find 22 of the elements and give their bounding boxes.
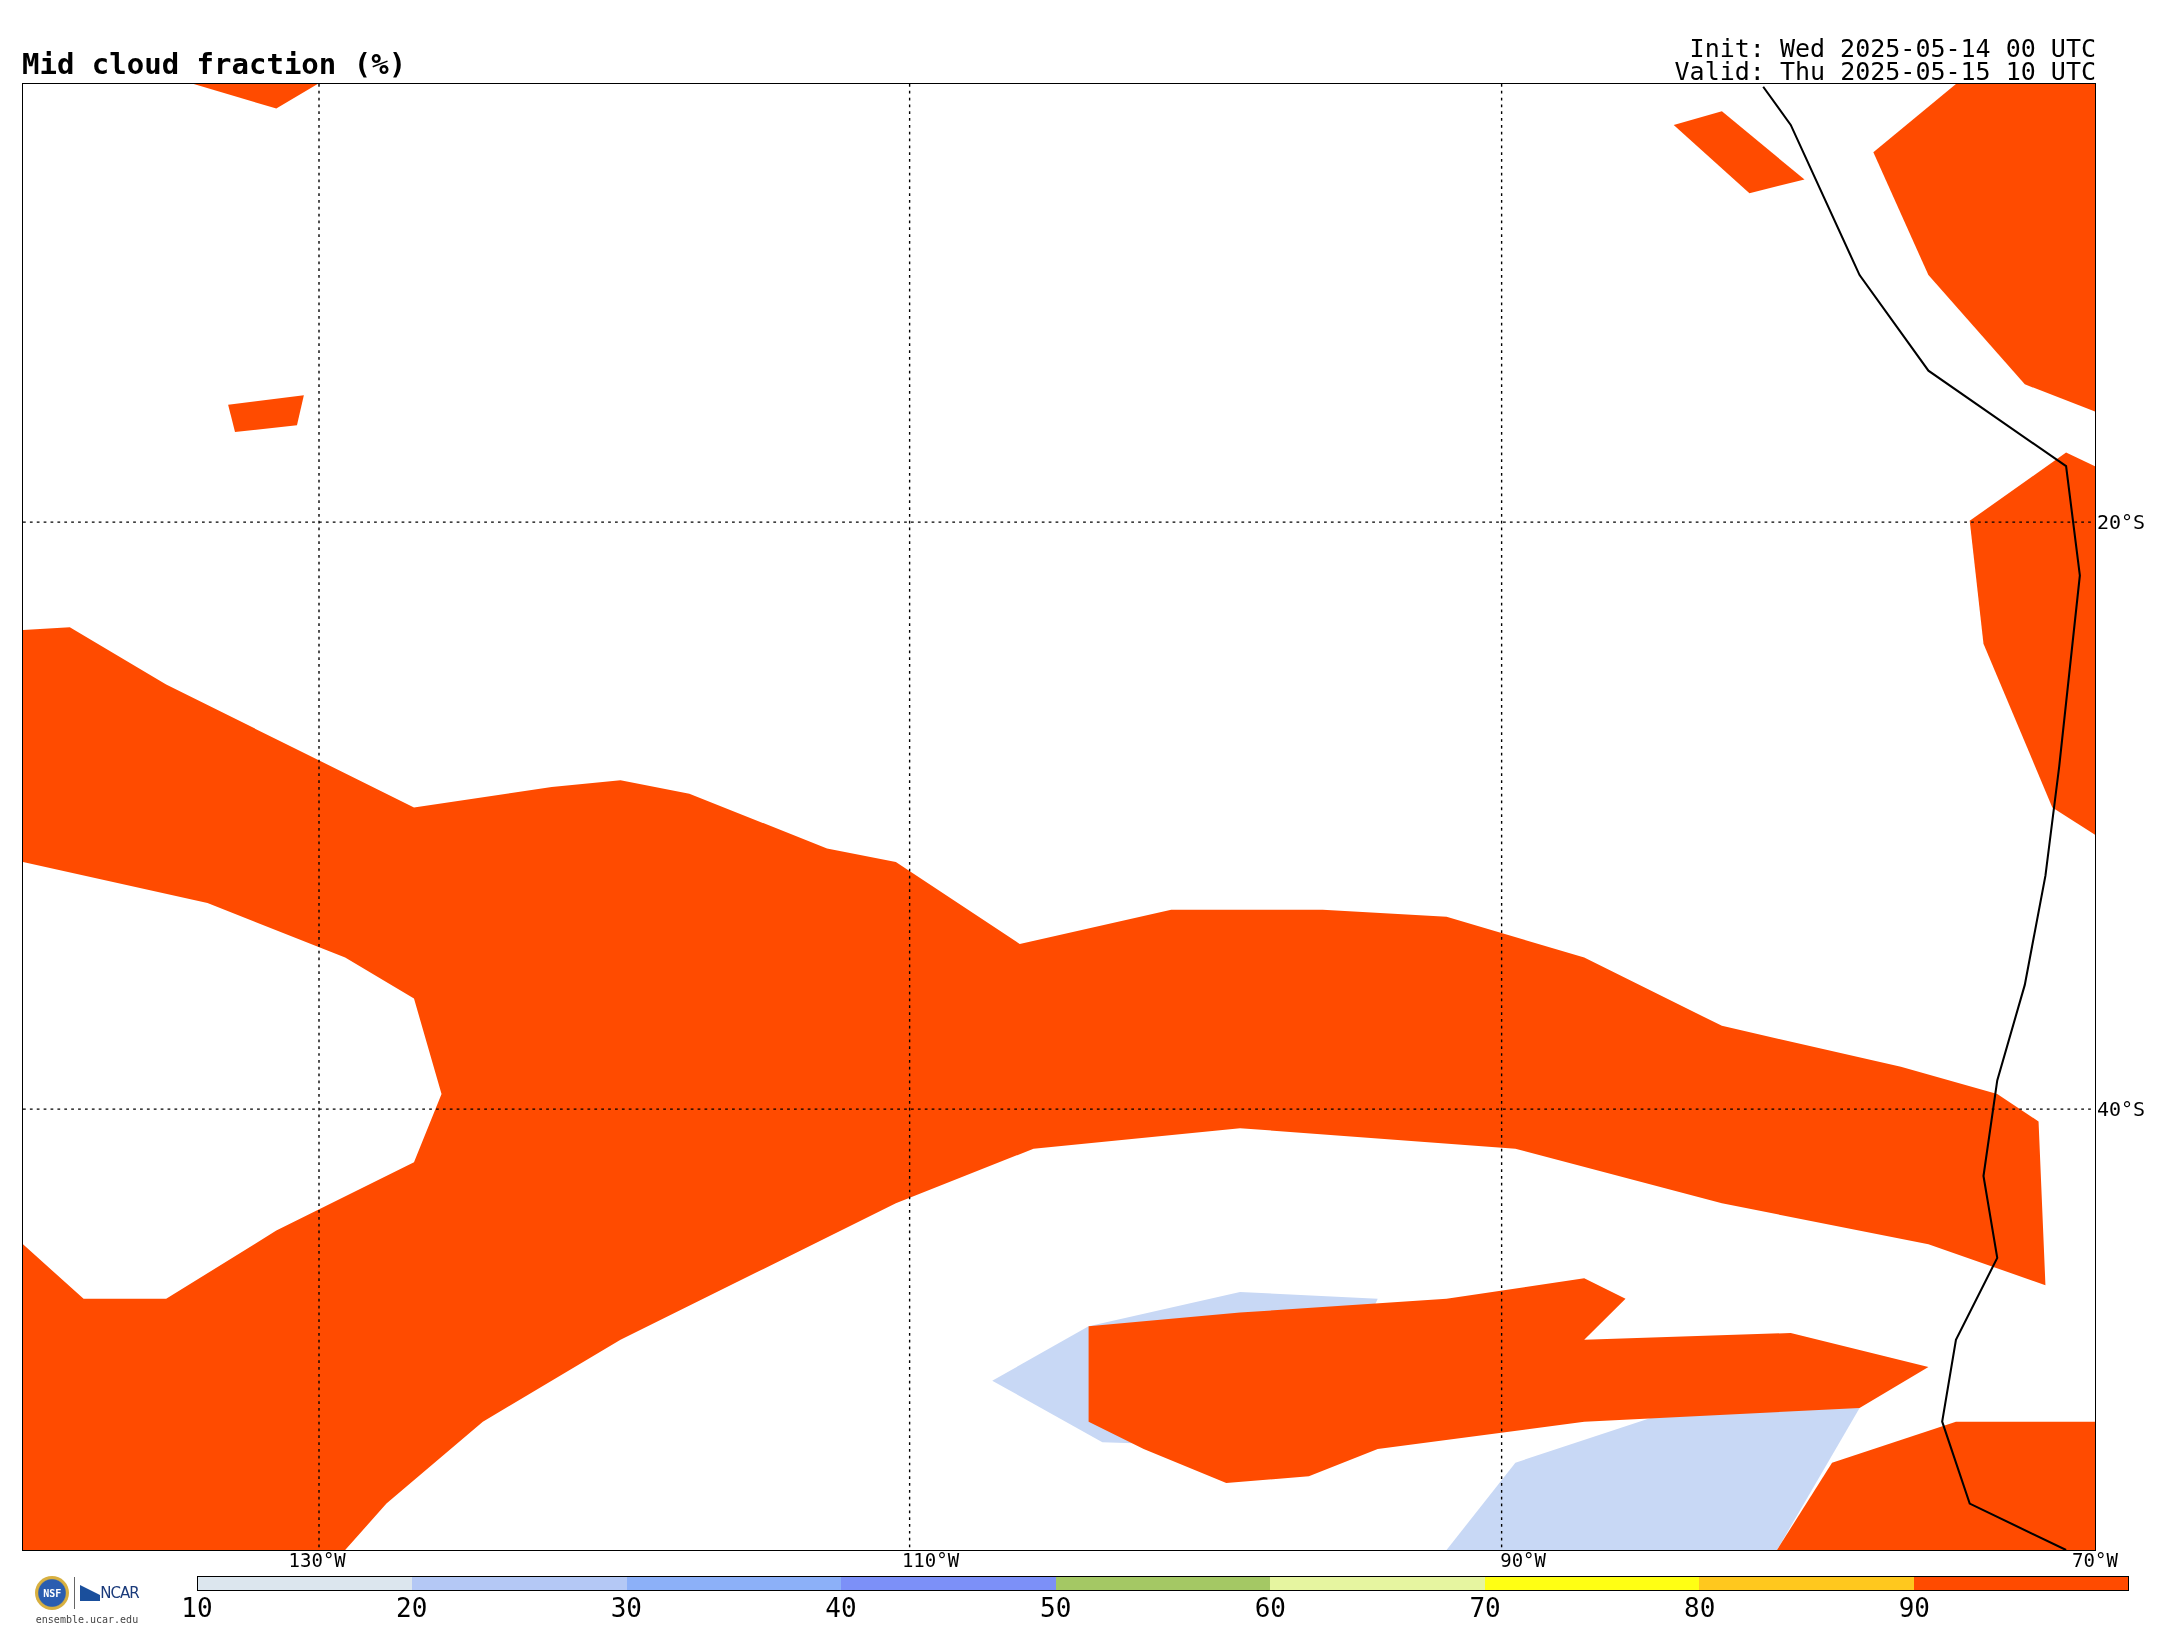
site-url: ensemble.ucar.edu [35,1614,139,1625]
colorbar-tick-label: 10 [181,1595,213,1621]
longitude-label: 110°W [901,1551,960,1570]
colorbar-tick-label: 20 [396,1595,428,1621]
init-time: Init: Wed 2025-05-14 00 UTC [1689,37,2096,60]
valid-time: Valid: Thu 2025-05-15 10 UTC [1674,60,2096,83]
ncar-logo-text: NCAR [100,1584,139,1602]
longitude-label: 90°W [1500,1551,1546,1570]
ncar-logo-icon [80,1585,101,1601]
nsf-logo: NSF [35,1576,70,1610]
longitude-label: 130°W [288,1551,346,1570]
longitude-label: 70°W [2072,1551,2118,1570]
colorbar-tick-label: 50 [1040,1595,1072,1621]
colorbar-tick-label: 40 [825,1595,857,1621]
colorbar-tick-label: 60 [1254,1595,1286,1621]
colorbar-tick-label: 80 [1684,1595,1716,1621]
colorbar-tick-label: 70 [1469,1595,1501,1621]
latitude-label: 40°S [2097,1098,2146,1119]
colorbar-tick-label: 90 [1898,1595,1931,1621]
colorbar-tick-label: 30 [610,1595,642,1621]
chart-title: Mid cloud fraction (%) [22,50,407,79]
latitude-label: 20°S [2097,512,2146,533]
